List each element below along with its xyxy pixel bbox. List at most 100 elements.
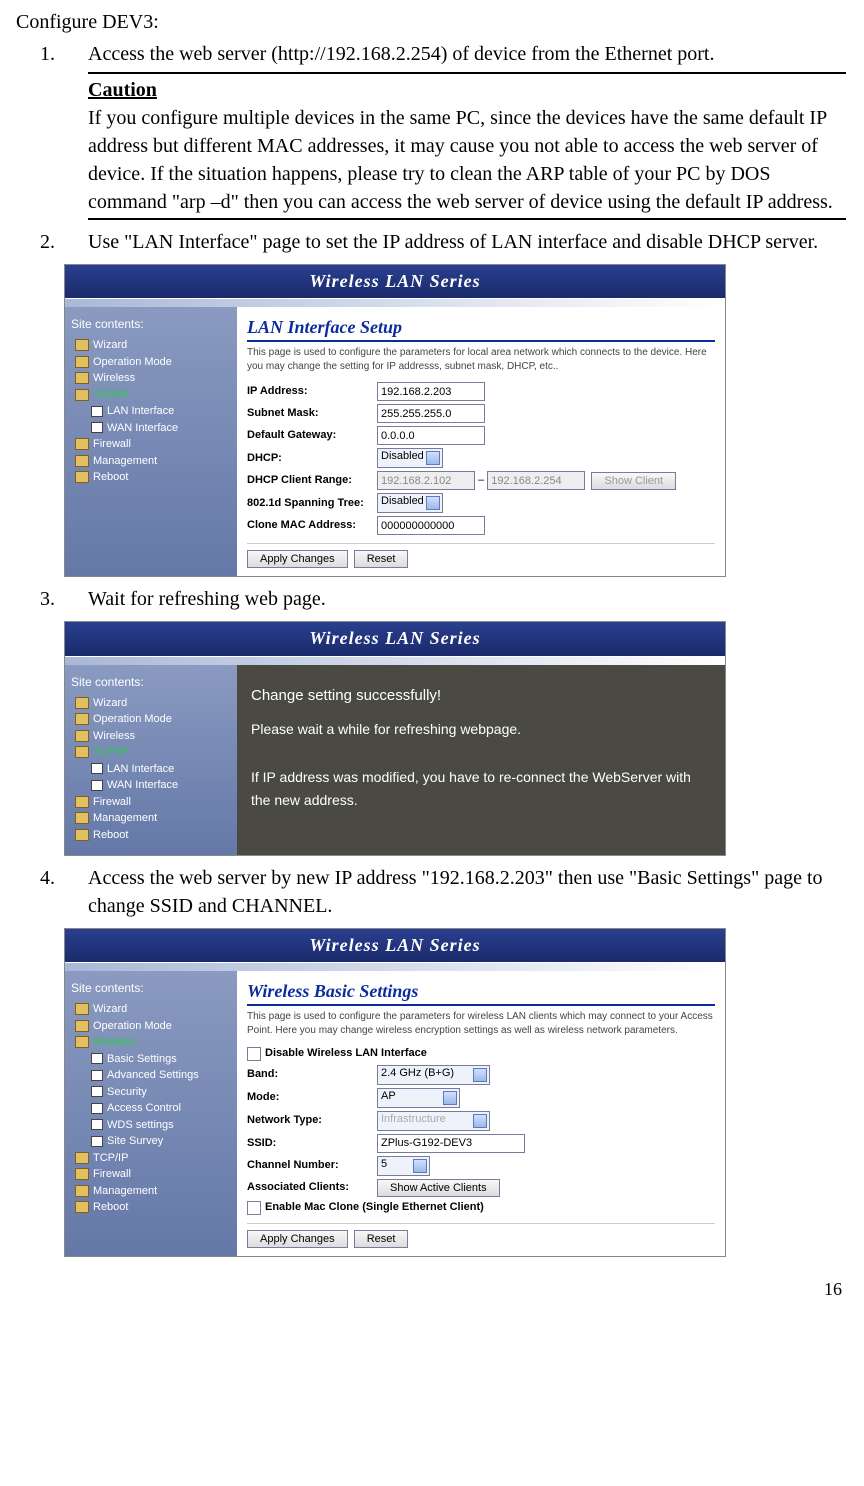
- range-b-input: [487, 471, 585, 490]
- dhcp-label: DHCP:: [247, 451, 377, 466]
- screenshot-refresh: Wireless LAN Series Site contents: Wizar…: [64, 621, 726, 856]
- disable-wlan-checkbox[interactable]: [247, 1047, 261, 1061]
- pane-title-3: Wireless Basic Settings: [247, 979, 715, 1006]
- nav-tcpip-3[interactable]: TCP/IP: [71, 1150, 231, 1167]
- range-label: DHCP Client Range:: [247, 473, 377, 488]
- nav-reboot-3[interactable]: Reboot: [71, 1199, 231, 1216]
- step-2-text: Use "LAN Interface" page to set the IP a…: [88, 231, 818, 253]
- reset-button[interactable]: Reset: [354, 550, 409, 568]
- nav-opmode[interactable]: Operation Mode: [71, 354, 231, 371]
- assoc-label: Associated Clients:: [247, 1180, 377, 1195]
- nav-reboot-2[interactable]: Reboot: [71, 827, 231, 844]
- step-1: Access the web server (http://192.168.2.…: [40, 40, 846, 220]
- nav-title: Site contents:: [71, 315, 231, 333]
- screenshot-lan-setup: Wireless LAN Series Site contents: Wizar…: [64, 264, 726, 577]
- apply-button[interactable]: Apply Changes: [247, 550, 348, 568]
- nav-firewall-2[interactable]: Firewall: [71, 794, 231, 811]
- macclone-checkbox[interactable]: [247, 1201, 261, 1215]
- nav-firewall-3[interactable]: Firewall: [71, 1166, 231, 1183]
- nav-sidebar-2: Site contents: Wizard Operation Mode Wir…: [65, 665, 237, 856]
- step-4: Access the web server by new IP address …: [40, 864, 846, 920]
- nt-label: Network Type:: [247, 1113, 377, 1128]
- nav-reboot[interactable]: Reboot: [71, 469, 231, 486]
- sm-input[interactable]: [377, 404, 485, 423]
- ch-label: Channel Number:: [247, 1158, 377, 1173]
- nav-title-3: Site contents:: [71, 979, 231, 997]
- pane-desc-3: This page is used to configure the param…: [247, 1010, 715, 1038]
- gw-input[interactable]: [377, 426, 485, 445]
- msg-reconnect: If IP address was modified, you have to …: [251, 766, 711, 814]
- show-client-button: Show Client: [591, 472, 676, 490]
- ssid-label: SSID:: [247, 1136, 377, 1151]
- caution-body: If you configure multiple devices in the…: [88, 104, 846, 216]
- nav-firewall[interactable]: Firewall: [71, 436, 231, 453]
- page-heading: Configure DEV3:: [16, 8, 846, 36]
- step-3-text: Wait for refreshing web page.: [88, 588, 326, 610]
- step-2: Use "LAN Interface" page to set the IP a…: [40, 228, 846, 256]
- msg-success: Change setting successfully!: [251, 683, 711, 709]
- disable-wlan-label: Disable Wireless LAN Interface: [265, 1046, 427, 1061]
- span-label: 802.1d Spanning Tree:: [247, 496, 377, 511]
- macclone-label: Enable Mac Clone (Single Ethernet Client…: [265, 1200, 484, 1215]
- screenshot-wireless: Wireless LAN Series Site contents: Wizar…: [64, 928, 726, 1257]
- nav-sidebar-3: Site contents: Wizard Operation Mode Wir…: [65, 971, 237, 1256]
- nav-adv[interactable]: Advanced Settings: [71, 1067, 231, 1084]
- ssid-input[interactable]: [377, 1134, 525, 1153]
- nav-wireless-3[interactable]: Wireless: [71, 1034, 231, 1051]
- content-pane: LAN Interface Setup This page is used to…: [237, 307, 725, 576]
- nav-wan[interactable]: WAN Interface: [71, 420, 231, 437]
- page-number: 16: [16, 1277, 846, 1302]
- nav-opmode-3[interactable]: Operation Mode: [71, 1018, 231, 1035]
- nt-select: Infrastructure: [377, 1111, 490, 1131]
- step-4-text: Access the web server by new IP address …: [88, 867, 823, 917]
- pane-desc: This page is used to configure the param…: [247, 346, 715, 374]
- nav-basic[interactable]: Basic Settings: [71, 1051, 231, 1068]
- content-pane-3: Wireless Basic Settings This page is use…: [237, 971, 725, 1256]
- reset-button-3[interactable]: Reset: [354, 1230, 409, 1248]
- ch-select[interactable]: 5: [377, 1156, 430, 1176]
- nav-wizard-2[interactable]: Wizard: [71, 695, 231, 712]
- nav-lan-2[interactable]: LAN Interface: [71, 761, 231, 778]
- nav-tcpip[interactable]: TCP/IP: [71, 387, 231, 404]
- nav-mgmt-2[interactable]: Management: [71, 810, 231, 827]
- banner-2: Wireless LAN Series: [65, 622, 725, 656]
- nav-wan-2[interactable]: WAN Interface: [71, 777, 231, 794]
- nav-wizard[interactable]: Wizard: [71, 337, 231, 354]
- range-dash: –: [478, 473, 484, 488]
- nav-wireless[interactable]: Wireless: [71, 370, 231, 387]
- step-1-text: Access the web server (http://192.168.2.…: [88, 43, 714, 65]
- msg-wait: Please wait a while for refreshing webpa…: [251, 718, 711, 742]
- band-label: Band:: [247, 1067, 377, 1082]
- mode-label: Mode:: [247, 1090, 377, 1105]
- dhcp-select[interactable]: Disabled: [377, 448, 443, 468]
- banner-3: Wireless LAN Series: [65, 929, 725, 963]
- nav-sec[interactable]: Security: [71, 1084, 231, 1101]
- mode-select[interactable]: AP: [377, 1088, 460, 1108]
- pane-title: LAN Interface Setup: [247, 315, 715, 342]
- message-pane: Change setting successfully! Please wait…: [237, 665, 725, 856]
- range-a-input: [377, 471, 475, 490]
- sm-label: Subnet Mask:: [247, 406, 377, 421]
- nav-tcpip-2[interactable]: TCP/IP: [71, 744, 231, 761]
- span-select[interactable]: Disabled: [377, 493, 443, 513]
- apply-button-3[interactable]: Apply Changes: [247, 1230, 348, 1248]
- nav-wireless-2[interactable]: Wireless: [71, 728, 231, 745]
- ip-input[interactable]: [377, 382, 485, 401]
- nav-opmode-2[interactable]: Operation Mode: [71, 711, 231, 728]
- ip-label: IP Address:: [247, 384, 377, 399]
- nav-title-2: Site contents:: [71, 673, 231, 691]
- banner: Wireless LAN Series: [65, 265, 725, 299]
- band-select[interactable]: 2.4 GHz (B+G): [377, 1065, 490, 1085]
- caution-box: Caution If you configure multiple device…: [88, 72, 846, 220]
- mac-input[interactable]: [377, 516, 485, 535]
- show-active-clients-button[interactable]: Show Active Clients: [377, 1179, 500, 1197]
- nav-sidebar: Site contents: Wizard Operation Mode Wir…: [65, 307, 237, 576]
- nav-survey[interactable]: Site Survey: [71, 1133, 231, 1150]
- nav-mgmt[interactable]: Management: [71, 453, 231, 470]
- nav-ac[interactable]: Access Control: [71, 1100, 231, 1117]
- nav-wizard-3[interactable]: Wizard: [71, 1001, 231, 1018]
- nav-lan[interactable]: LAN Interface: [71, 403, 231, 420]
- step-3: Wait for refreshing web page.: [40, 585, 846, 613]
- nav-wds[interactable]: WDS settings: [71, 1117, 231, 1134]
- nav-mgmt-3[interactable]: Management: [71, 1183, 231, 1200]
